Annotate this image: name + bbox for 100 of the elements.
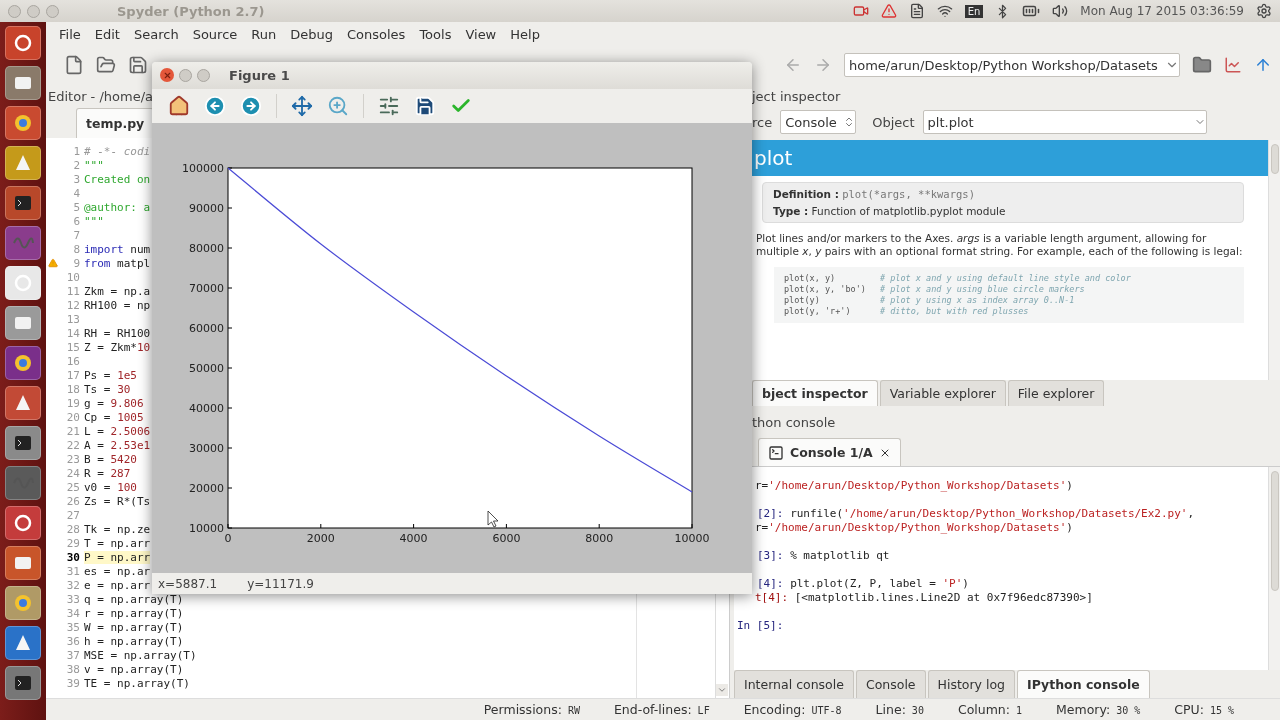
line-number: 1 — [72, 144, 80, 158]
menu-item[interactable]: Help — [505, 24, 545, 44]
x-tick: 0 — [224, 523, 232, 546]
menu-item[interactable]: Source — [187, 24, 243, 44]
example-comment: # ditto, but with red plusses — [880, 306, 1030, 317]
line-number: 17 — [65, 368, 80, 382]
up-icon[interactable] — [1254, 56, 1272, 74]
menu-item[interactable]: Edit — [89, 24, 125, 44]
menu-item[interactable]: File — [54, 24, 86, 44]
line-number: 38 — [65, 662, 80, 676]
save-icon[interactable] — [414, 94, 436, 117]
console-type-tab[interactable]: IPython console — [1017, 670, 1150, 698]
new-file-icon[interactable] — [64, 55, 84, 75]
sliders-icon[interactable] — [378, 94, 400, 117]
console-tab[interactable]: Console 1/A — [758, 438, 901, 466]
y-tick: 50000 — [189, 362, 233, 376]
scrollbar[interactable] — [1268, 467, 1280, 670]
y-tick-label: 70000 — [189, 282, 224, 296]
source-select[interactable]: Console — [780, 110, 857, 134]
drawer-icon[interactable] — [5, 66, 41, 100]
console-type-tab[interactable]: History log — [927, 670, 1016, 698]
y-tick-label: 10000 — [189, 522, 224, 536]
menu-item[interactable]: Debug — [285, 24, 338, 44]
code-line: @author: a — [84, 200, 151, 214]
code-line: R = 287 — [84, 466, 131, 480]
y-tick: 20000 — [189, 482, 233, 496]
x-tick-label: 2000 — [306, 532, 335, 546]
code-line: Cp = 1005 — [84, 410, 144, 424]
console-line: [2]: runfile('/home/arun/Desktop/Python_Workshop/Datasets/Ex2.py', — [757, 507, 1196, 521]
object-combo[interactable]: plt.plot — [922, 110, 1207, 134]
x-tick-label: 0 — [224, 532, 232, 546]
y-tick-label: 50000 — [189, 362, 224, 376]
line-number: 27 — [65, 508, 80, 522]
menu-item[interactable]: View — [460, 24, 502, 44]
warning-icon[interactable] — [880, 3, 897, 19]
zoom-icon[interactable] — [327, 94, 349, 117]
settings-icon[interactable] — [1256, 3, 1272, 19]
code-line: from matpl — [84, 256, 151, 270]
code-line: r = np.array(T) — [84, 606, 184, 620]
wifi-icon[interactable] — [936, 3, 953, 19]
open-folder-icon[interactable] — [96, 55, 116, 75]
y-tick-label: 30000 — [189, 442, 224, 456]
volume-icon[interactable] — [1052, 3, 1069, 19]
x-tick-label: 8000 — [585, 532, 614, 546]
circle-logo-icon[interactable] — [5, 26, 41, 60]
menu-item[interactable]: Tools — [414, 24, 457, 44]
pan-icon[interactable] — [291, 94, 313, 117]
console-type-tab[interactable]: Console — [855, 670, 926, 698]
browser-icon[interactable] — [5, 106, 41, 140]
line-number: 12 — [65, 298, 80, 312]
camera-icon[interactable] — [852, 3, 869, 19]
menu-item[interactable]: Consoles — [342, 24, 411, 44]
pane-title: ject inspector — [751, 87, 841, 106]
line-number: 35 — [65, 620, 80, 634]
definition-text: Definition : plot(*args, **kwargs) — [773, 188, 976, 200]
code-line: Zs = R*(Ts — [84, 494, 151, 508]
clock[interactable]: Mon Aug 17 2015 03:36:59 — [1080, 4, 1244, 18]
x-tick-label: 10000 — [674, 532, 710, 546]
code-line: e = np.arr — [84, 578, 151, 592]
line-number: 5 — [72, 200, 80, 214]
line-number: 26 — [65, 494, 80, 508]
path-combo[interactable]: home/arun/Desktop/Python Workshop/Datasets — [844, 53, 1180, 77]
code-line: # -*- codi — [84, 144, 151, 158]
panel-tab[interactable]: bject inspector — [752, 380, 878, 406]
scrollbar[interactable] — [1268, 140, 1280, 380]
back-icon[interactable] — [204, 94, 226, 117]
cursor-icon — [487, 510, 499, 528]
status-item: End-of-lines: LF — [613, 702, 710, 717]
file-tab[interactable]: temp.py — [76, 108, 155, 138]
doc-heading: plot — [752, 140, 1268, 176]
panel-tab[interactable]: File explorer — [1007, 380, 1105, 406]
code-line: L = 2.5006 — [84, 424, 151, 438]
console-line: r='/home/arun/Desktop/Python_Workshop/Datasets') — [755, 479, 1074, 493]
line-number: 16 — [65, 354, 80, 368]
menu-item[interactable]: Run — [246, 24, 282, 44]
panel-tab[interactable]: Variable explorer — [879, 380, 1006, 406]
line-number: 39 — [65, 676, 80, 690]
forward-icon[interactable] — [240, 94, 262, 117]
chart-icon[interactable] — [1224, 56, 1242, 74]
y-tick-label: 100000 — [182, 162, 224, 176]
menu-item[interactable]: Search — [128, 24, 184, 44]
code-line: v0 = 100 — [84, 480, 137, 494]
line-number: 9 — [72, 256, 80, 270]
code-line: Created on — [84, 172, 151, 186]
line-number: 18 — [65, 382, 80, 396]
home-icon[interactable] — [168, 94, 190, 117]
console-type-tab[interactable]: Internal console — [734, 670, 854, 698]
object-label: Object — [872, 114, 915, 130]
status-item: Line: 30 — [875, 702, 924, 717]
document-icon[interactable] — [908, 3, 925, 19]
folder-icon[interactable] — [1192, 55, 1212, 75]
code-line: es = np.ar — [84, 564, 151, 578]
keyboard-layout[interactable]: En — [964, 4, 984, 18]
code-line: Ps = 1e5 — [84, 368, 137, 382]
line-number: 24 — [65, 466, 80, 480]
y-tick: 100000 — [182, 162, 233, 176]
save-icon[interactable] — [128, 55, 148, 75]
line-number: 19 — [65, 396, 80, 410]
line-number: 31 — [65, 564, 80, 578]
close-button[interactable] — [160, 68, 174, 83]
